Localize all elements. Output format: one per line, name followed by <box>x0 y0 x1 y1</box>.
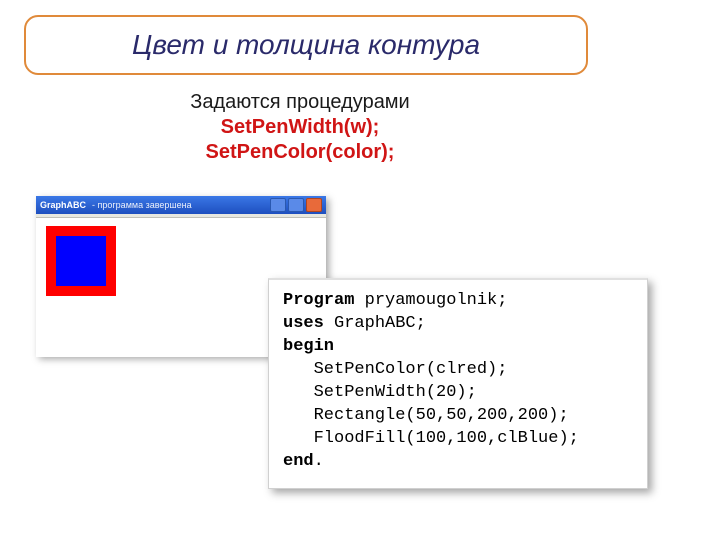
code-l7: FloodFill(100,100,clBlue); <box>283 429 579 448</box>
code-listing: Program pryamougolnik; uses GraphABC; be… <box>283 290 633 474</box>
code-l8-rest: . <box>314 452 324 471</box>
subtitle-intro: Задаются процедурами <box>190 91 409 113</box>
code-kw-end: end <box>283 452 314 471</box>
maximize-icon <box>288 198 304 212</box>
code-panel: Program pryamougolnik; uses GraphABC; be… <box>268 278 648 489</box>
minimize-icon <box>270 198 286 212</box>
window-app-name: GraphABC <box>40 200 86 210</box>
close-icon <box>306 198 322 212</box>
code-kw-program: Program <box>283 291 354 310</box>
page-title: Цвет и толщина контура <box>132 29 480 61</box>
window-titlebar: GraphABC - программа завершена <box>36 196 326 214</box>
code-l2-rest: GraphABC; <box>324 314 426 333</box>
code-kw-begin: begin <box>283 337 334 356</box>
code-l1-rest: pryamougolnik; <box>354 291 507 310</box>
code-l5: SetPenWidth(20); <box>283 383 477 402</box>
subtitle-block: Задаются процедурами SetPenWidth(w); Set… <box>0 90 600 165</box>
subtitle-proc-1: SetPenWidth(w); <box>221 116 380 138</box>
code-kw-uses: uses <box>283 314 324 333</box>
code-l6: Rectangle(50,50,200,200); <box>283 406 569 425</box>
subtitle-proc-2: SetPenColor(color); <box>206 141 395 163</box>
title-panel: Цвет и толщина контура <box>24 15 588 75</box>
rectangle-pen <box>46 226 116 296</box>
rectangle-fill <box>56 236 106 286</box>
window-doc-label: - программа завершена <box>92 200 192 210</box>
code-l4: SetPenColor(clred); <box>283 360 507 379</box>
